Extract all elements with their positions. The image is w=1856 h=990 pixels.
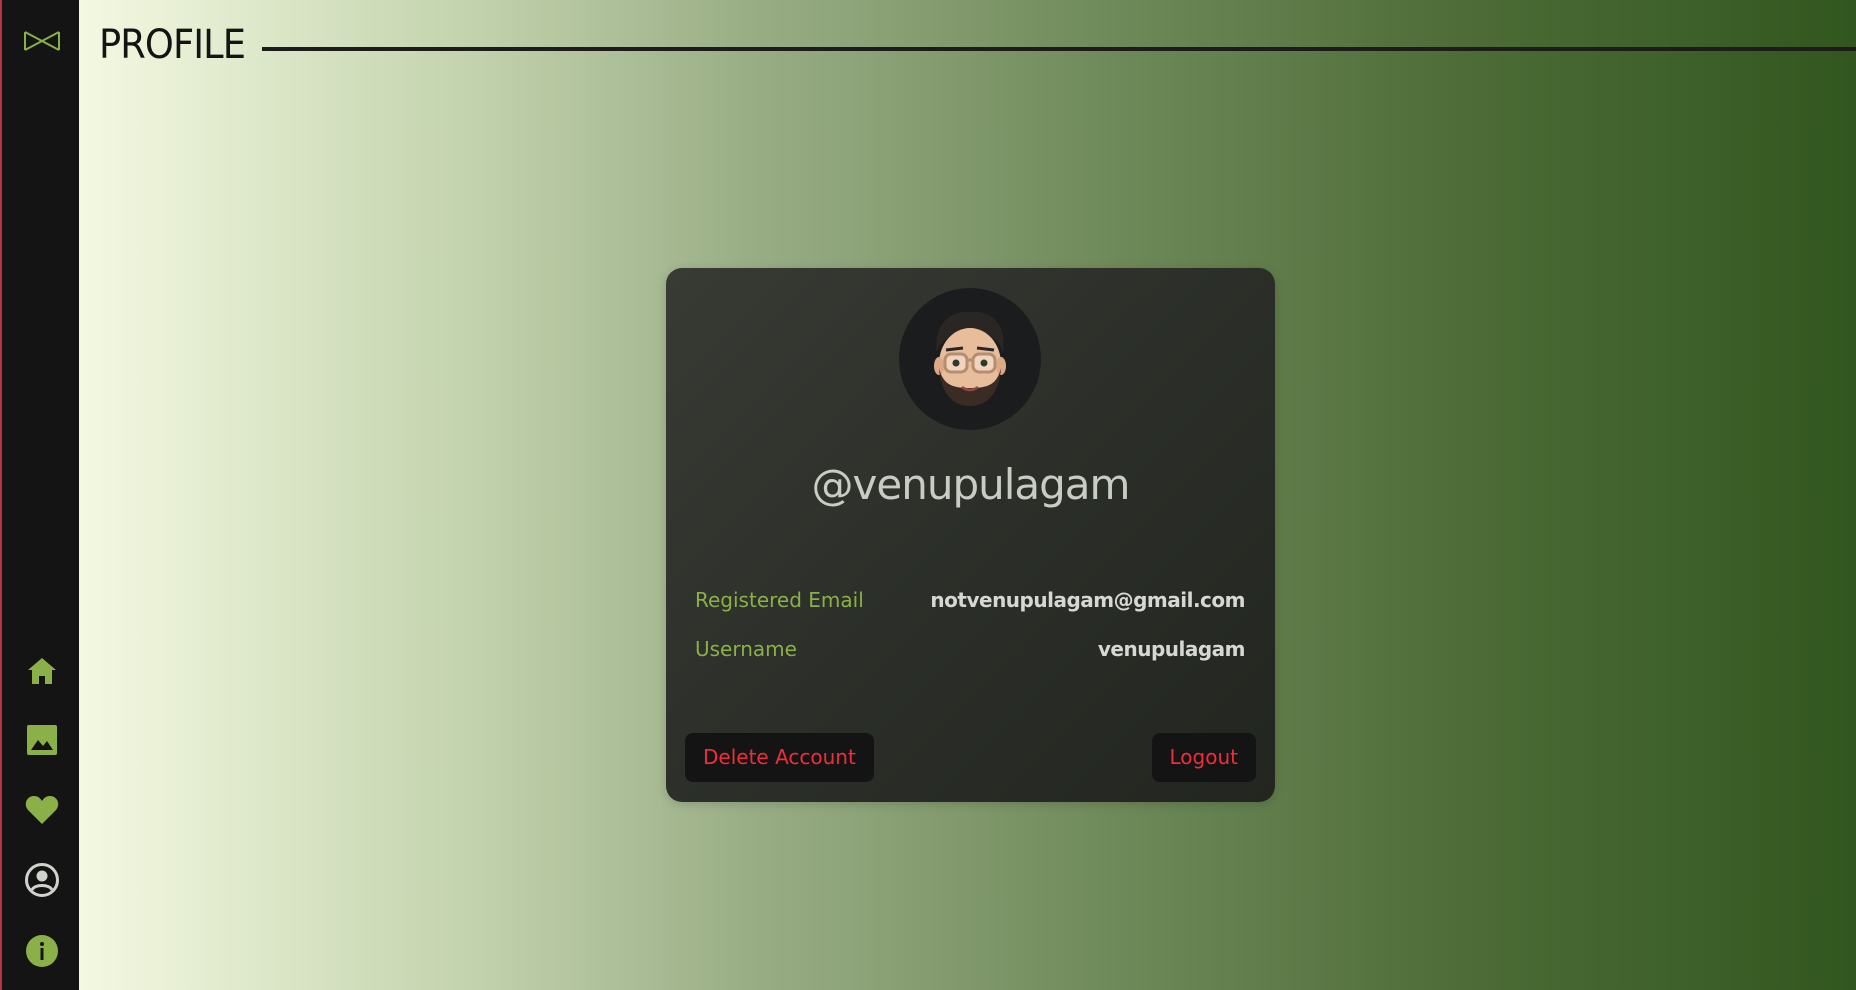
image-icon[interactable] — [24, 722, 60, 758]
profile-handle: @venupulagam — [811, 460, 1131, 509]
avatar — [899, 288, 1041, 430]
heart-icon[interactable] — [24, 792, 60, 828]
registered-email-label: Registered Email — [695, 588, 864, 612]
delete-account-button[interactable]: Delete Account — [685, 733, 874, 782]
home-icon[interactable] — [24, 653, 60, 689]
bowtie-logo-icon[interactable] — [23, 28, 61, 54]
page-title: PROFILE — [99, 22, 246, 68]
username-value: venupulagam — [1097, 637, 1246, 661]
title-divider — [262, 47, 1856, 51]
sidebar — [0, 0, 79, 990]
registered-email-value: notvenupulagam@gmail.com — [930, 588, 1245, 612]
username-label: Username — [695, 637, 797, 661]
logout-button[interactable]: Logout — [1151, 733, 1256, 782]
user-circle-icon[interactable] — [24, 862, 60, 898]
info-icon[interactable] — [24, 933, 60, 969]
profile-card: @venupulagam Registered Email notvenupul… — [666, 268, 1275, 802]
main-content: PROFILE @venupulagam Registered Email no… — [79, 0, 1856, 990]
